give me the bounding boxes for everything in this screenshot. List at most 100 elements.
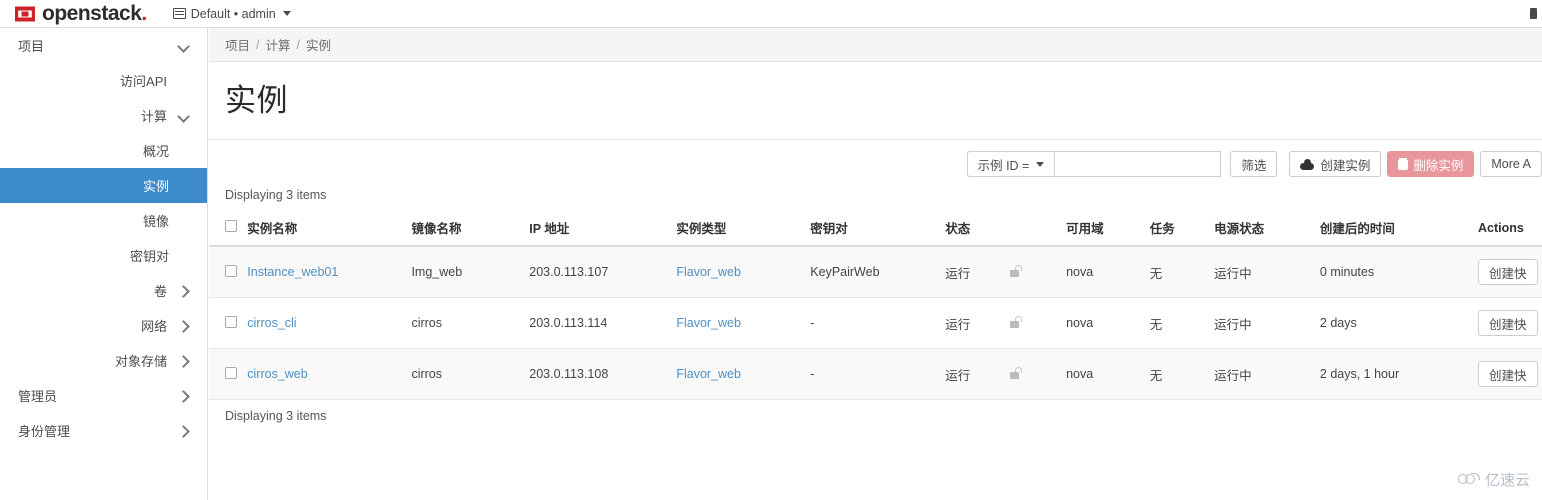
cell-flavor-link[interactable]: Flavor_web (676, 367, 741, 381)
cell-ip-address: 203.0.113.114 (529, 297, 677, 350)
table-toolbar: 示例 ID = 筛选 创建实例 删除实例 More A (209, 140, 1542, 188)
row-checkbox[interactable] (225, 366, 237, 379)
column-header-flavor[interactable]: 实例类型 (676, 210, 811, 248)
column-header-availability-zone[interactable]: 可用域 (1066, 210, 1150, 248)
cell-flavor[interactable]: Flavor_web (676, 297, 811, 350)
breadcrumb-separator: / (296, 37, 300, 52)
column-header-ip-address[interactable]: IP 地址 (529, 210, 677, 248)
instances-table: 实例名称 镜像名称 IP 地址 实例类型 密钥对 状态 可用域 任务 电源状态 … (209, 210, 1542, 401)
cell-availability-zone: nova (1066, 246, 1150, 299)
cell-status: 运行 (945, 348, 1010, 401)
context-switcher[interactable]: Default • admin (172, 7, 291, 21)
column-header-image-name[interactable]: 镜像名称 (411, 210, 530, 248)
cell-flavor[interactable]: Flavor_web (676, 348, 811, 401)
cell-keypair: - (810, 297, 946, 350)
sidebar-item-keypairs[interactable]: 密钥对 (0, 238, 207, 273)
sidebar-item-project[interactable]: 项目 (0, 28, 207, 63)
column-header-status[interactable]: 状态 (945, 210, 1010, 248)
sidebar-item-label: 概况 (142, 144, 169, 159)
sidebar-item-label: 卷 (153, 284, 167, 299)
cell-instance-name[interactable]: cirros_web (247, 348, 412, 401)
cell-instance-name[interactable]: Instance_web01 (247, 246, 412, 299)
cell-flavor[interactable]: Flavor_web (676, 246, 811, 299)
sidebar-item-images[interactable]: 镜像 (0, 203, 207, 238)
cell-instance-name-link[interactable]: Instance_web01 (247, 265, 338, 279)
sidebar-item-admin[interactable]: 管理员 (0, 378, 207, 413)
more-actions-button[interactable]: More A (1480, 151, 1542, 178)
cell-power-state: 运行中 (1214, 246, 1320, 299)
clipped-nav-icon[interactable] (1526, 7, 1540, 21)
cell-task: 无 (1149, 297, 1215, 350)
column-header-actions: Actions (1478, 210, 1542, 248)
sidebar-item-compute[interactable]: 计算 (0, 98, 207, 133)
table-row[interactable]: Instance_web01 Img_web 203.0.113.107 Flavor… (209, 246, 1542, 299)
cell-actions: 创建快 (1478, 348, 1542, 401)
cell-ip-address: 203.0.113.107 (529, 246, 677, 299)
building-icon (172, 8, 186, 19)
create-snapshot-button[interactable]: 创建快 (1478, 259, 1538, 286)
cell-ip-address: 203.0.113.108 (529, 348, 677, 401)
row-checkbox[interactable] (225, 264, 237, 277)
chevron-right-icon (179, 285, 190, 296)
column-header-uptime[interactable]: 创建后的时间 (1319, 210, 1479, 248)
breadcrumb: 项目 / 计算 / 实例 (209, 28, 1542, 62)
chevron-right-icon (179, 355, 190, 366)
sidebar-item-object-store[interactable]: 对象存储 (0, 343, 207, 378)
navbar-right-group (1526, 0, 1542, 27)
cell-instance-name[interactable]: cirros_cli (247, 297, 412, 350)
watermark-text: 亿速云 (1484, 472, 1530, 489)
sidebar-item-network[interactable]: 网络 (0, 308, 207, 343)
breadcrumb-item-compute[interactable]: 计算 (266, 35, 291, 54)
sidebar-item-overview[interactable]: 概况 (0, 133, 207, 168)
filter-field-dropdown[interactable]: 示例 ID = (966, 151, 1056, 178)
cell-keypair: KeyPairWeb (810, 246, 946, 299)
sidebar-item-label: 管理员 (18, 389, 58, 404)
sidebar-item-identity[interactable]: 身份管理 (0, 413, 207, 448)
cell-availability-zone: nova (1066, 297, 1150, 350)
table-row[interactable]: cirros_cli cirros 203.0.113.114 Flavor_web -… (209, 297, 1542, 350)
cell-flavor-link[interactable]: Flavor_web (676, 316, 741, 330)
select-all-checkbox[interactable] (225, 220, 237, 233)
sidebar: 项目 访问API 计算概况实例 镜像 密钥对卷网络对象存储管理员身份管理 (0, 28, 208, 500)
watermark: 亿速云 (1457, 469, 1530, 490)
sidebar-item-label: 网络 (140, 319, 167, 334)
sidebar-item-label: 身份管理 (18, 424, 71, 439)
column-header-task[interactable]: 任务 (1149, 210, 1215, 248)
create-instance-button[interactable]: 创建实例 (1289, 151, 1382, 178)
cell-uptime: 2 days, 1 hour (1319, 348, 1479, 401)
chevron-right-icon (179, 320, 190, 331)
column-header-instance-name[interactable]: 实例名称 (247, 210, 412, 248)
row-checkbox[interactable] (225, 315, 237, 328)
sidebar-item-instances[interactable]: 实例 (0, 168, 207, 203)
sidebar-item-api-access[interactable]: 访问API (0, 63, 207, 98)
create-snapshot-button[interactable]: 创建快 (1478, 361, 1538, 388)
row-select-cell[interactable] (209, 348, 248, 401)
filter-button[interactable]: 筛选 (1230, 151, 1278, 178)
chevron-down-icon (179, 40, 190, 51)
cell-flavor-link[interactable]: Flavor_web (676, 265, 741, 279)
delete-instance-button[interactable]: 删除实例 (1387, 151, 1475, 178)
sidebar-item-volumes[interactable]: 卷 (0, 273, 207, 308)
cell-availability-zone: nova (1066, 348, 1150, 401)
sidebar-item-label: 对象存储 (114, 354, 167, 369)
create-snapshot-button[interactable]: 创建快 (1478, 310, 1538, 337)
cell-image-name: cirros (411, 297, 530, 350)
column-header-power-state[interactable]: 电源状态 (1214, 210, 1320, 248)
cell-task: 无 (1149, 348, 1215, 401)
chevron-down-icon (1036, 161, 1045, 167)
breadcrumb-item-project[interactable]: 项目 (225, 35, 250, 54)
cell-actions: 创建快 (1478, 246, 1542, 299)
search-input[interactable] (1055, 151, 1222, 178)
row-select-cell[interactable] (209, 297, 248, 350)
openstack-logo[interactable]: openstack. (14, 1, 147, 27)
cell-image-name: Img_web (411, 246, 530, 299)
row-select-cell[interactable] (209, 246, 248, 299)
openstack-wordmark: openstack. (42, 2, 147, 25)
cell-instance-name-link[interactable]: cirros_web (247, 367, 307, 381)
column-header-keypair[interactable]: 密钥对 (810, 210, 946, 248)
table-row[interactable]: cirros_web cirros 203.0.113.108 Flavor_web -… (209, 348, 1542, 401)
cloud-logo-icon (1457, 473, 1480, 486)
chevron-right-icon (179, 390, 190, 401)
cell-instance-name-link[interactable]: cirros_cli (247, 316, 296, 330)
cloud-upload-icon (1300, 158, 1315, 170)
